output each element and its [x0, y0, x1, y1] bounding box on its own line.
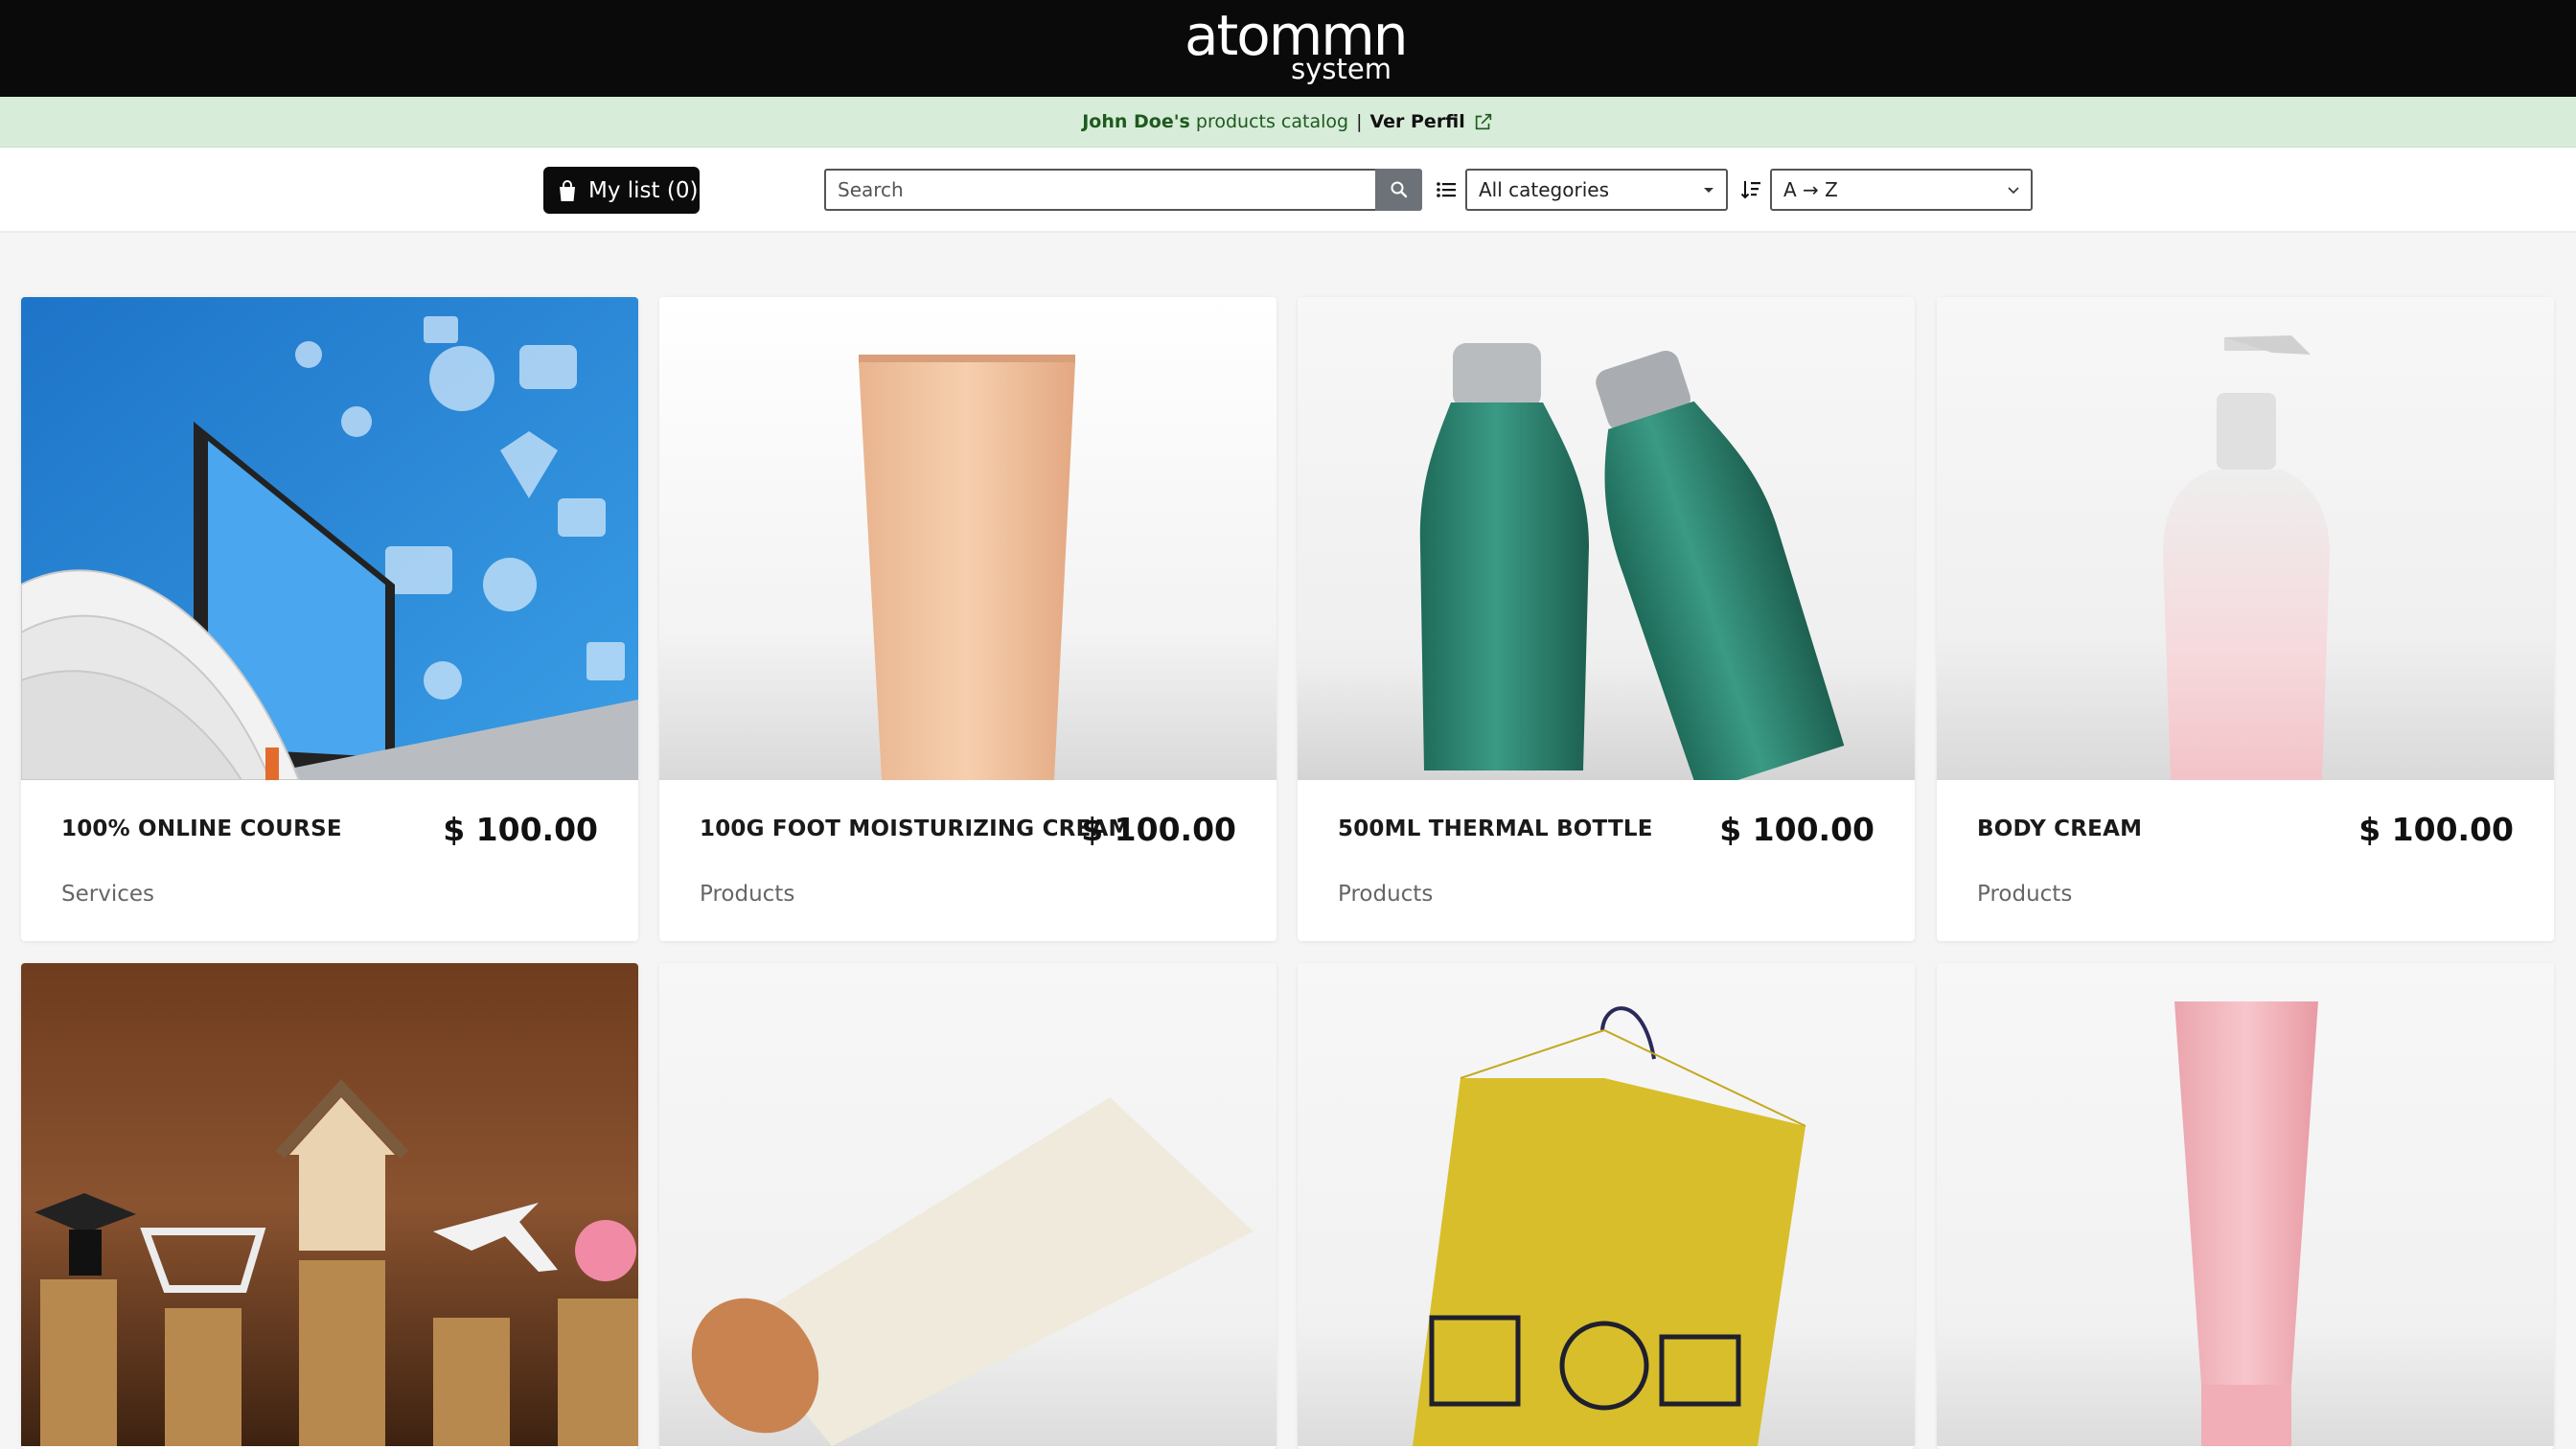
top-header: atommn system	[0, 0, 2576, 97]
product-image	[1937, 297, 2554, 780]
product-image	[1298, 963, 1915, 1446]
category-select[interactable]: All categories	[1465, 169, 1728, 211]
product-image	[21, 297, 638, 780]
shopping-bag-icon	[560, 179, 575, 201]
sort-select[interactable]: A → Z	[1770, 169, 2033, 211]
product-card[interactable]: 100G FOOT MOISTURIZING CREAM $ 100.00 Pr…	[659, 297, 1276, 941]
sort-icon	[1740, 181, 1760, 199]
product-name: 500ML THERMAL BOTTLE	[1338, 816, 1653, 841]
sort-selected-value: A → Z	[1783, 178, 1838, 201]
product-card[interactable]: 500ML THERMAL BOTTLE $ 100.00 Products	[1298, 297, 1915, 941]
product-category: Products	[700, 882, 795, 907]
catalog-info-bar: John Doe's products catalog | Ver Perfil	[0, 97, 2576, 148]
product-price: $ 100.00	[2358, 811, 2514, 848]
category-selected-value: All categories	[1479, 178, 1609, 201]
product-card[interactable]	[1298, 963, 1915, 1449]
product-name: BODY CREAM	[1977, 816, 2143, 841]
product-price: $ 100.00	[1719, 811, 1874, 848]
product-price: $ 100.00	[443, 811, 598, 848]
product-category: Products	[1977, 882, 2073, 907]
product-card[interactable]	[21, 963, 638, 1449]
brand-logo[interactable]: atommn system	[1184, 2, 1409, 94]
my-list-button[interactable]: My list (0)	[543, 167, 700, 214]
product-image	[1298, 297, 1915, 780]
search-group	[824, 169, 1422, 211]
search-icon	[1391, 181, 1407, 198]
product-category: Products	[1338, 882, 1434, 907]
list-icon	[1437, 182, 1456, 197]
product-card[interactable]	[1937, 963, 2554, 1449]
search-input[interactable]	[824, 169, 1375, 211]
chevron-down-icon	[2008, 187, 2019, 195]
product-category: Services	[61, 882, 154, 907]
product-image	[659, 297, 1276, 780]
product-card[interactable]: BODY CREAM $ 100.00 Products	[1937, 297, 2554, 941]
product-image	[659, 963, 1276, 1446]
product-card[interactable]	[659, 963, 1276, 1449]
external-link-icon[interactable]	[1473, 111, 1494, 132]
owner-name: John Doe's	[1082, 111, 1190, 132]
product-price: $ 100.00	[1081, 811, 1236, 848]
catalog-text: products catalog	[1195, 111, 1349, 132]
logo-subtitle: system	[1291, 53, 1392, 85]
search-button[interactable]	[1375, 169, 1422, 211]
filter-toolbar: My list (0) All categories A → Z	[0, 148, 2576, 233]
chevron-down-icon	[1704, 188, 1714, 193]
my-list-label: My list (0)	[588, 177, 699, 203]
product-image	[21, 963, 638, 1446]
product-card[interactable]: 100% ONLINE COURSE $ 100.00 Services	[21, 297, 638, 941]
view-profile-link[interactable]: Ver Perfil	[1369, 111, 1464, 132]
product-name: 100G FOOT MOISTURIZING CREAM	[700, 816, 1131, 841]
product-name: 100% ONLINE COURSE	[61, 816, 342, 841]
separator: |	[1356, 111, 1363, 132]
product-image	[1937, 963, 2554, 1446]
